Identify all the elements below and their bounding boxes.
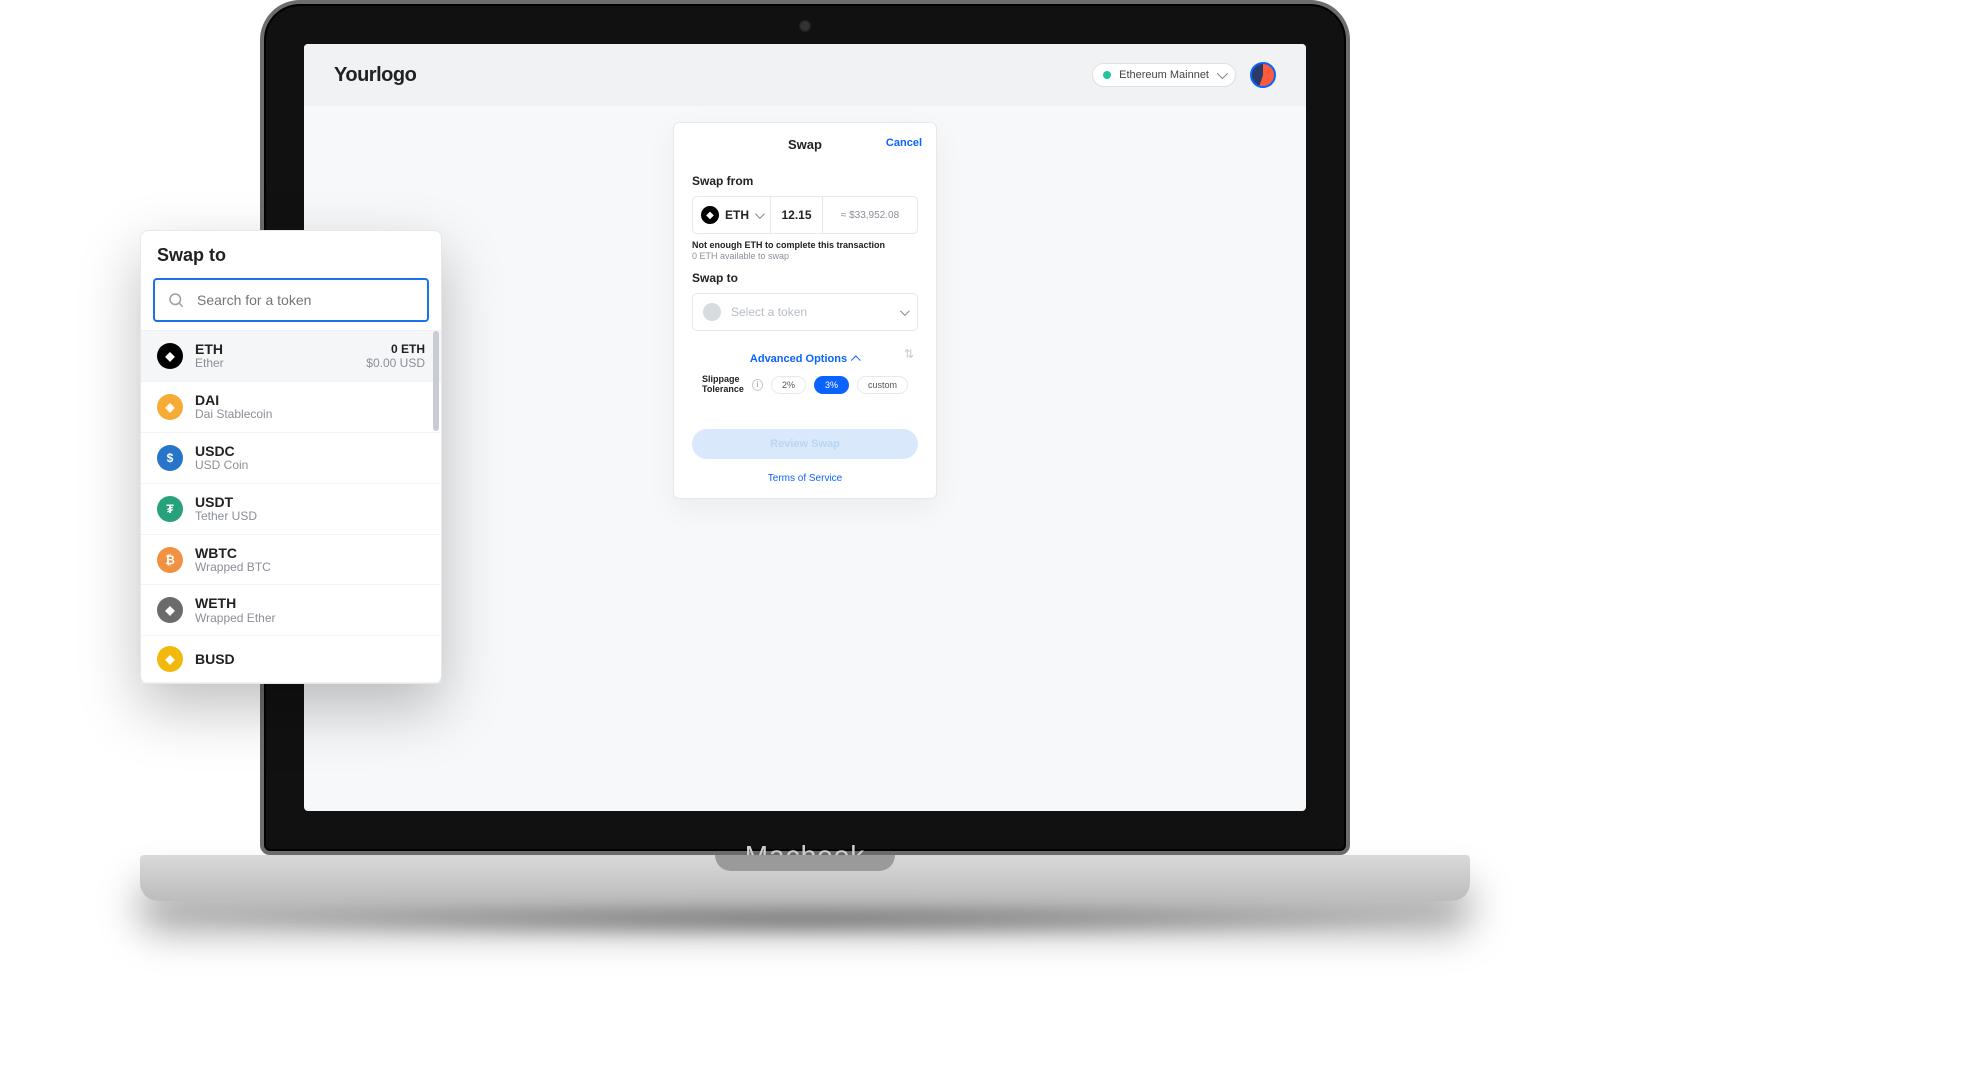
from-amount-usd: ≈ $33,952.08 bbox=[823, 197, 917, 233]
token-balance: 0 ETH$0.00 USD bbox=[366, 342, 425, 370]
search-icon bbox=[167, 291, 185, 309]
to-token-placeholder: Select a token bbox=[731, 305, 890, 319]
token-symbol: WBTC bbox=[195, 545, 425, 561]
from-token-symbol: ETH bbox=[725, 208, 749, 222]
app-header: Yourlogo Ethereum Mainnet bbox=[304, 44, 1306, 106]
token-row-busd[interactable]: ◆ BUSD bbox=[141, 636, 441, 683]
chevron-down-icon bbox=[1217, 68, 1228, 79]
token-placeholder-icon bbox=[703, 303, 721, 321]
token-name: Wrapped BTC bbox=[195, 561, 425, 575]
token-row-wbtc[interactable]: ₿ WBTCWrapped BTC bbox=[141, 535, 441, 586]
camera-dot bbox=[799, 20, 811, 32]
advanced-options-label: Advanced Options bbox=[750, 353, 847, 365]
usdt-icon: ₮ bbox=[157, 496, 183, 522]
eth-icon: ◆ bbox=[157, 343, 183, 369]
token-name: Tether USD bbox=[195, 510, 425, 524]
token-name: Dai Stablecoin bbox=[195, 408, 425, 422]
laptop-base bbox=[140, 855, 1470, 901]
network-name: Ethereum Mainnet bbox=[1119, 69, 1209, 81]
token-row-weth[interactable]: ◆ WETHWrapped Ether bbox=[141, 585, 441, 636]
insufficient-balance-error: Not enough ETH to complete this transact… bbox=[692, 240, 918, 250]
token-symbol: DAI bbox=[195, 392, 425, 408]
token-search-input[interactable] bbox=[195, 291, 415, 309]
swap-direction-icon[interactable]: ⇅ bbox=[904, 347, 914, 361]
weth-icon: ◆ bbox=[157, 597, 183, 623]
trackpad-notch bbox=[715, 855, 895, 871]
dai-icon: ◈ bbox=[157, 394, 183, 420]
slippage-row: Slippage Tolerance i 2% 3% custom bbox=[692, 375, 918, 395]
token-symbol: ETH bbox=[195, 341, 354, 357]
token-text: WBTCWrapped BTC bbox=[195, 545, 425, 575]
token-text: DAIDai Stablecoin bbox=[195, 392, 425, 422]
token-text: BUSD bbox=[195, 651, 425, 667]
screen: Yourlogo Ethereum Mainnet Swap Cancel bbox=[304, 44, 1306, 811]
to-token-selector[interactable]: Select a token bbox=[692, 293, 918, 331]
token-row-usdc[interactable]: $ USDCUSD Coin bbox=[141, 433, 441, 484]
token-list: ◆ ETHEther 0 ETH$0.00 USD ◈ DAIDai Stablecoi… bbox=[141, 330, 441, 683]
token-text: WETHWrapped Ether bbox=[195, 595, 425, 625]
info-icon[interactable]: i bbox=[752, 379, 763, 391]
token-name: Ether bbox=[195, 357, 354, 371]
scrollbar-thumb[interactable] bbox=[433, 331, 439, 431]
token-row-eth[interactable]: ◆ ETHEther 0 ETH$0.00 USD bbox=[141, 331, 441, 382]
chevron-down-icon bbox=[900, 306, 910, 316]
slippage-option-0[interactable]: 2% bbox=[771, 376, 806, 394]
token-select-panel: Swap to ◆ ETHEther 0 ETH$0.00 USD ◈ DAIDai S… bbox=[140, 230, 442, 684]
slippage-option-2[interactable]: custom bbox=[857, 376, 908, 394]
available-balance: 0 ETH available to swap bbox=[692, 251, 918, 261]
swap-to-label: Swap to bbox=[692, 271, 918, 285]
chevron-up-icon bbox=[851, 355, 861, 365]
chevron-down-icon bbox=[755, 209, 765, 219]
wbtc-icon: ₿ bbox=[157, 547, 183, 573]
terms-of-service-link[interactable]: Terms of Service bbox=[674, 473, 936, 484]
slippage-label: Slippage Tolerance bbox=[702, 375, 744, 395]
swap-card: Swap Cancel Swap from ◆ ETH 12.15 ≈ $33,… bbox=[673, 122, 937, 499]
network-status-dot bbox=[1103, 71, 1111, 79]
network-selector[interactable]: Ethereum Mainnet bbox=[1092, 63, 1236, 87]
swap-title: Swap bbox=[788, 137, 822, 152]
usdc-icon: $ bbox=[157, 445, 183, 471]
token-symbol: BUSD bbox=[195, 651, 425, 667]
from-amount-input[interactable]: 12.15 bbox=[771, 197, 823, 233]
slippage-option-1[interactable]: 3% bbox=[814, 376, 849, 394]
token-name: USD Coin bbox=[195, 459, 425, 473]
token-row-dai[interactable]: ◈ DAIDai Stablecoin bbox=[141, 382, 441, 433]
swap-from-row: ◆ ETH 12.15 ≈ $33,952.08 bbox=[692, 196, 918, 234]
busd-icon: ◆ bbox=[157, 646, 183, 672]
token-select-title: Swap to bbox=[141, 245, 441, 278]
token-text: ETHEther bbox=[195, 341, 354, 371]
token-text: USDCUSD Coin bbox=[195, 443, 425, 473]
advanced-options-toggle[interactable]: Advanced Options bbox=[692, 353, 918, 365]
token-row-usdt[interactable]: ₮ USDTTether USD bbox=[141, 484, 441, 535]
account-avatar[interactable] bbox=[1250, 62, 1276, 88]
cancel-link[interactable]: Cancel bbox=[886, 137, 922, 149]
token-search-field[interactable] bbox=[153, 278, 429, 322]
eth-icon: ◆ bbox=[701, 206, 719, 224]
laptop-shadow bbox=[120, 900, 1490, 940]
token-text: USDTTether USD bbox=[195, 494, 425, 524]
token-symbol: USDC bbox=[195, 443, 425, 459]
from-token-selector[interactable]: ◆ ETH bbox=[693, 197, 771, 233]
token-symbol: WETH bbox=[195, 595, 425, 611]
token-name: Wrapped Ether bbox=[195, 612, 425, 626]
swap-from-label: Swap from bbox=[692, 174, 918, 188]
app-logo: Yourlogo bbox=[334, 64, 416, 87]
token-symbol: USDT bbox=[195, 494, 425, 510]
review-swap-button[interactable]: Review Swap bbox=[692, 429, 918, 459]
